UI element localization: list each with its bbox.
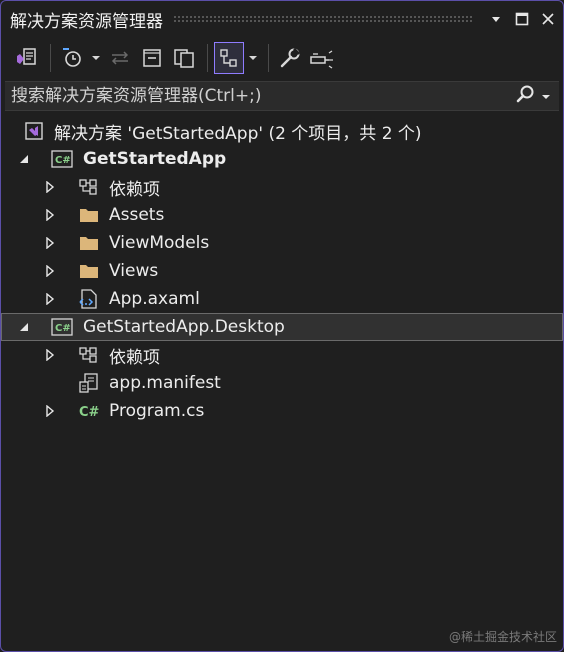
- collapse-all-button[interactable]: [137, 42, 167, 74]
- collapsed-arrow-icon[interactable]: [43, 264, 57, 278]
- folder-icon: [78, 205, 100, 225]
- folder-icon: [78, 233, 100, 253]
- sync-with-active-document-button[interactable]: [105, 42, 135, 74]
- toolbar-separator: [50, 44, 51, 72]
- pending-changes-filter-button[interactable]: [57, 42, 87, 74]
- tree-item-solution[interactable]: 解决方案 'GetStartedApp' (2 个项目，共 2 个): [1, 117, 563, 145]
- project-label: GetStartedApp.Desktop: [83, 317, 285, 337]
- tree-item-folder[interactable]: Assets: [1, 201, 563, 229]
- tree-item-project[interactable]: C# GetStartedApp.Desktop: [1, 313, 563, 341]
- search-icon[interactable]: [515, 84, 535, 108]
- solution-label: 解决方案 'GetStartedApp' (2 个项目，共 2 个): [54, 123, 422, 144]
- hierarchy-dropdown-icon[interactable]: [246, 42, 260, 74]
- dependencies-label: 依赖项: [109, 347, 160, 368]
- tree-item-folder[interactable]: Views: [1, 257, 563, 285]
- properties-wrench-button[interactable]: [275, 42, 305, 74]
- close-button[interactable]: [536, 7, 560, 31]
- expanded-arrow-icon[interactable]: [17, 152, 31, 166]
- svg-text:C#: C#: [55, 155, 71, 166]
- collapsed-arrow-icon[interactable]: [43, 236, 57, 250]
- dependencies-icon: [78, 345, 100, 365]
- project-label: GetStartedApp: [83, 149, 227, 169]
- tree-item-folder[interactable]: ViewModels: [1, 229, 563, 257]
- show-all-files-button[interactable]: [169, 42, 199, 74]
- tree-item-file[interactable]: app.manifest: [1, 369, 563, 397]
- csharp-project-icon: C#: [51, 149, 73, 169]
- panel-title-bar[interactable]: 解决方案资源管理器: [2, 2, 562, 36]
- folder-label: Assets: [109, 205, 165, 225]
- tree-item-file[interactable]: C# Program.cs: [1, 397, 563, 425]
- drag-grip[interactable]: [173, 15, 474, 23]
- window-position-dropdown-button[interactable]: [484, 7, 508, 31]
- search-options-dropdown-icon[interactable]: [541, 87, 551, 106]
- search-input[interactable]: [5, 85, 515, 107]
- tree-item-dependencies[interactable]: 依赖项: [1, 341, 563, 369]
- preview-selected-items-button[interactable]: [307, 42, 337, 74]
- toolbar-separator: [207, 44, 208, 72]
- csharp-project-icon: C#: [51, 317, 73, 337]
- manifest-file-icon: [78, 373, 100, 393]
- axaml-file-icon: [78, 289, 100, 309]
- filter-dropdown-icon[interactable]: [89, 42, 103, 74]
- folder-label: Views: [109, 261, 159, 281]
- csharp-file-icon: C#: [78, 401, 100, 421]
- search-box[interactable]: [5, 81, 559, 111]
- svg-text:C#: C#: [55, 323, 71, 334]
- tree-item-project[interactable]: C# GetStartedApp: [1, 145, 563, 173]
- tree-item-dependencies[interactable]: 依赖项: [1, 173, 563, 201]
- collapsed-arrow-icon[interactable]: [43, 404, 57, 418]
- dependencies-label: 依赖项: [109, 179, 160, 200]
- show-hierarchy-button[interactable]: [214, 42, 244, 74]
- file-label: app.manifest: [109, 373, 221, 393]
- file-label: Program.cs: [109, 401, 205, 421]
- watermark-text: @稀土掘金技术社区: [448, 630, 557, 644]
- file-label: App.axaml: [109, 289, 200, 309]
- toolbar-separator: [268, 44, 269, 72]
- solution-tree: 解决方案 'GetStartedApp' (2 个项目，共 2 个) C# Ge…: [1, 117, 563, 425]
- visual-studio-solution-icon: [23, 121, 45, 141]
- collapsed-arrow-icon[interactable]: [43, 348, 57, 362]
- svg-text:C#: C#: [79, 405, 100, 420]
- panel-title: 解决方案资源管理器: [10, 11, 163, 32]
- switch-views-button[interactable]: [12, 42, 42, 74]
- toolbar: [2, 37, 562, 79]
- expanded-arrow-icon[interactable]: [17, 320, 31, 334]
- folder-icon: [78, 261, 100, 281]
- dependencies-icon: [78, 177, 100, 197]
- solution-explorer-panel: 解决方案资源管理器 搜索解决方案资源管理器(Ctrl+;) 解决方案 'GetS…: [0, 0, 564, 652]
- folder-label: ViewModels: [109, 233, 210, 253]
- maximize-button[interactable]: [510, 7, 534, 31]
- collapsed-arrow-icon[interactable]: [43, 180, 57, 194]
- collapsed-arrow-icon[interactable]: [43, 208, 57, 222]
- tree-item-file[interactable]: App.axaml: [1, 285, 563, 313]
- collapsed-arrow-icon[interactable]: [43, 292, 57, 306]
